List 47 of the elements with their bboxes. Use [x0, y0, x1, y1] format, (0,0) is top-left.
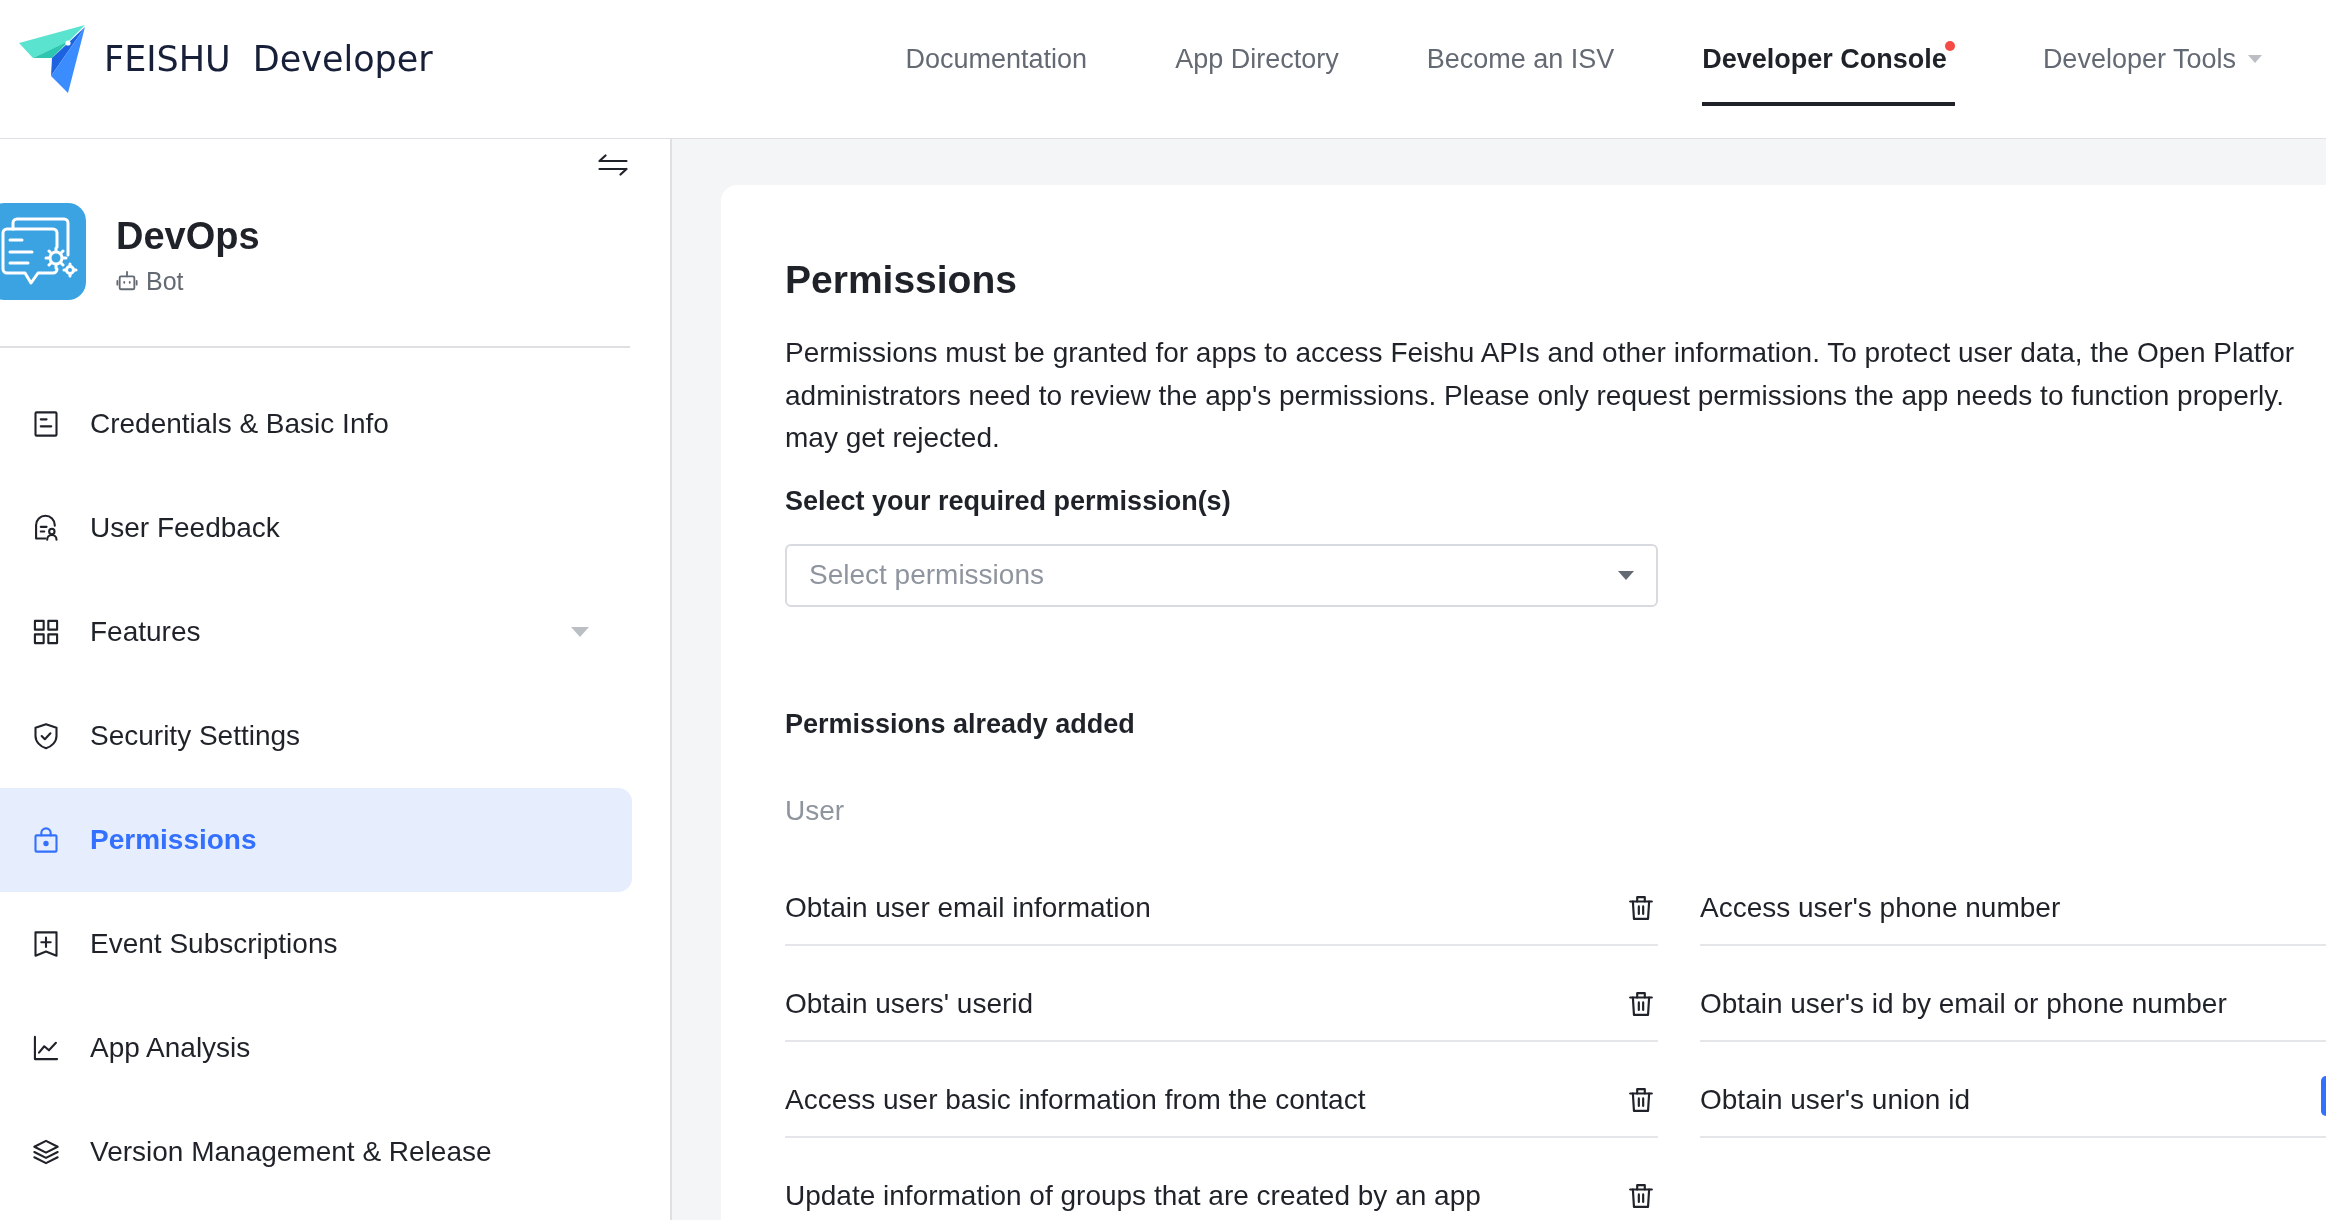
select-label: Select your required permission(s): [785, 484, 1232, 518]
brand-name: FEISHU: [104, 38, 231, 80]
sidebar-item[interactable]: Event Subscriptions: [0, 892, 632, 996]
sidebar-item[interactable]: Credentials & Basic Info: [0, 372, 632, 476]
permission-name: Obtain user's id by email or phone number: [1700, 988, 2227, 1019]
trash-icon[interactable]: [1628, 1182, 1654, 1209]
app-type: Bot: [146, 266, 184, 297]
shield-check-icon: [32, 722, 60, 750]
nav-tab[interactable]: Documentation: [905, 0, 1088, 106]
app-name: DevOps: [116, 214, 260, 258]
sidebar-item[interactable]: App Analysis: [0, 996, 632, 1100]
nav-tab[interactable]: Developer Console: [1702, 0, 1955, 106]
floating-button[interactable]: [2321, 1076, 2326, 1116]
bookmark-plus-icon: [32, 930, 60, 958]
sidebar-item[interactable]: Features: [0, 580, 632, 684]
permission-name: Access user basic information from the contact: [785, 1084, 1366, 1115]
added-heading: Permissions already added: [785, 707, 1136, 741]
sidebar-item[interactable]: Permissions: [0, 788, 632, 892]
sidebar-item[interactable]: Security Settings: [0, 684, 632, 788]
nav-tab[interactable]: Developer Tools: [2042, 0, 2262, 106]
permission-name: Update information of groups that are created by an app: [785, 1180, 1481, 1211]
collapse-icon[interactable]: [598, 154, 628, 176]
nav-tab[interactable]: Become an ISV: [1426, 0, 1615, 106]
layers-icon: [32, 1138, 60, 1166]
sidebar-item[interactable]: Version Management & Release: [0, 1100, 632, 1204]
permission-name: Obtain user's union id: [1700, 1084, 1970, 1115]
permission-name: Obtain users' userid: [785, 988, 1034, 1019]
paper-plane-logo-icon: [18, 24, 86, 94]
permission-group-label: User: [785, 793, 846, 828]
permissions-description: Permissions must be granted for apps to access Feishu APIs and other information. To protect user data, the Open Platfor administrators need to review the app's permissions. Please only request permissions the app needs to function properly. may get rejected.: [785, 336, 2296, 455]
nav-tab[interactable]: App Directory: [1175, 0, 1339, 106]
permission-select[interactable]: Select permissions: [785, 543, 1658, 607]
lock-icon: [32, 826, 60, 854]
chat-person-icon: [32, 514, 60, 542]
robot-icon: [116, 270, 138, 292]
page-title: Permissions: [785, 257, 1018, 303]
permission-name: Obtain user email information: [785, 892, 1151, 923]
permission-name: Access user's phone number: [1700, 892, 2061, 923]
trash-icon[interactable]: [1628, 1086, 1654, 1113]
line-chart-icon: [32, 1034, 60, 1062]
product-name: Developer: [252, 38, 433, 80]
document-icon: [32, 410, 60, 438]
grid-icon: [32, 618, 60, 646]
caret-down-icon: [1618, 570, 1634, 580]
sidebar-item[interactable]: User Feedback: [0, 476, 632, 580]
trash-icon[interactable]: [1628, 894, 1654, 921]
trash-icon[interactable]: [1628, 990, 1654, 1017]
